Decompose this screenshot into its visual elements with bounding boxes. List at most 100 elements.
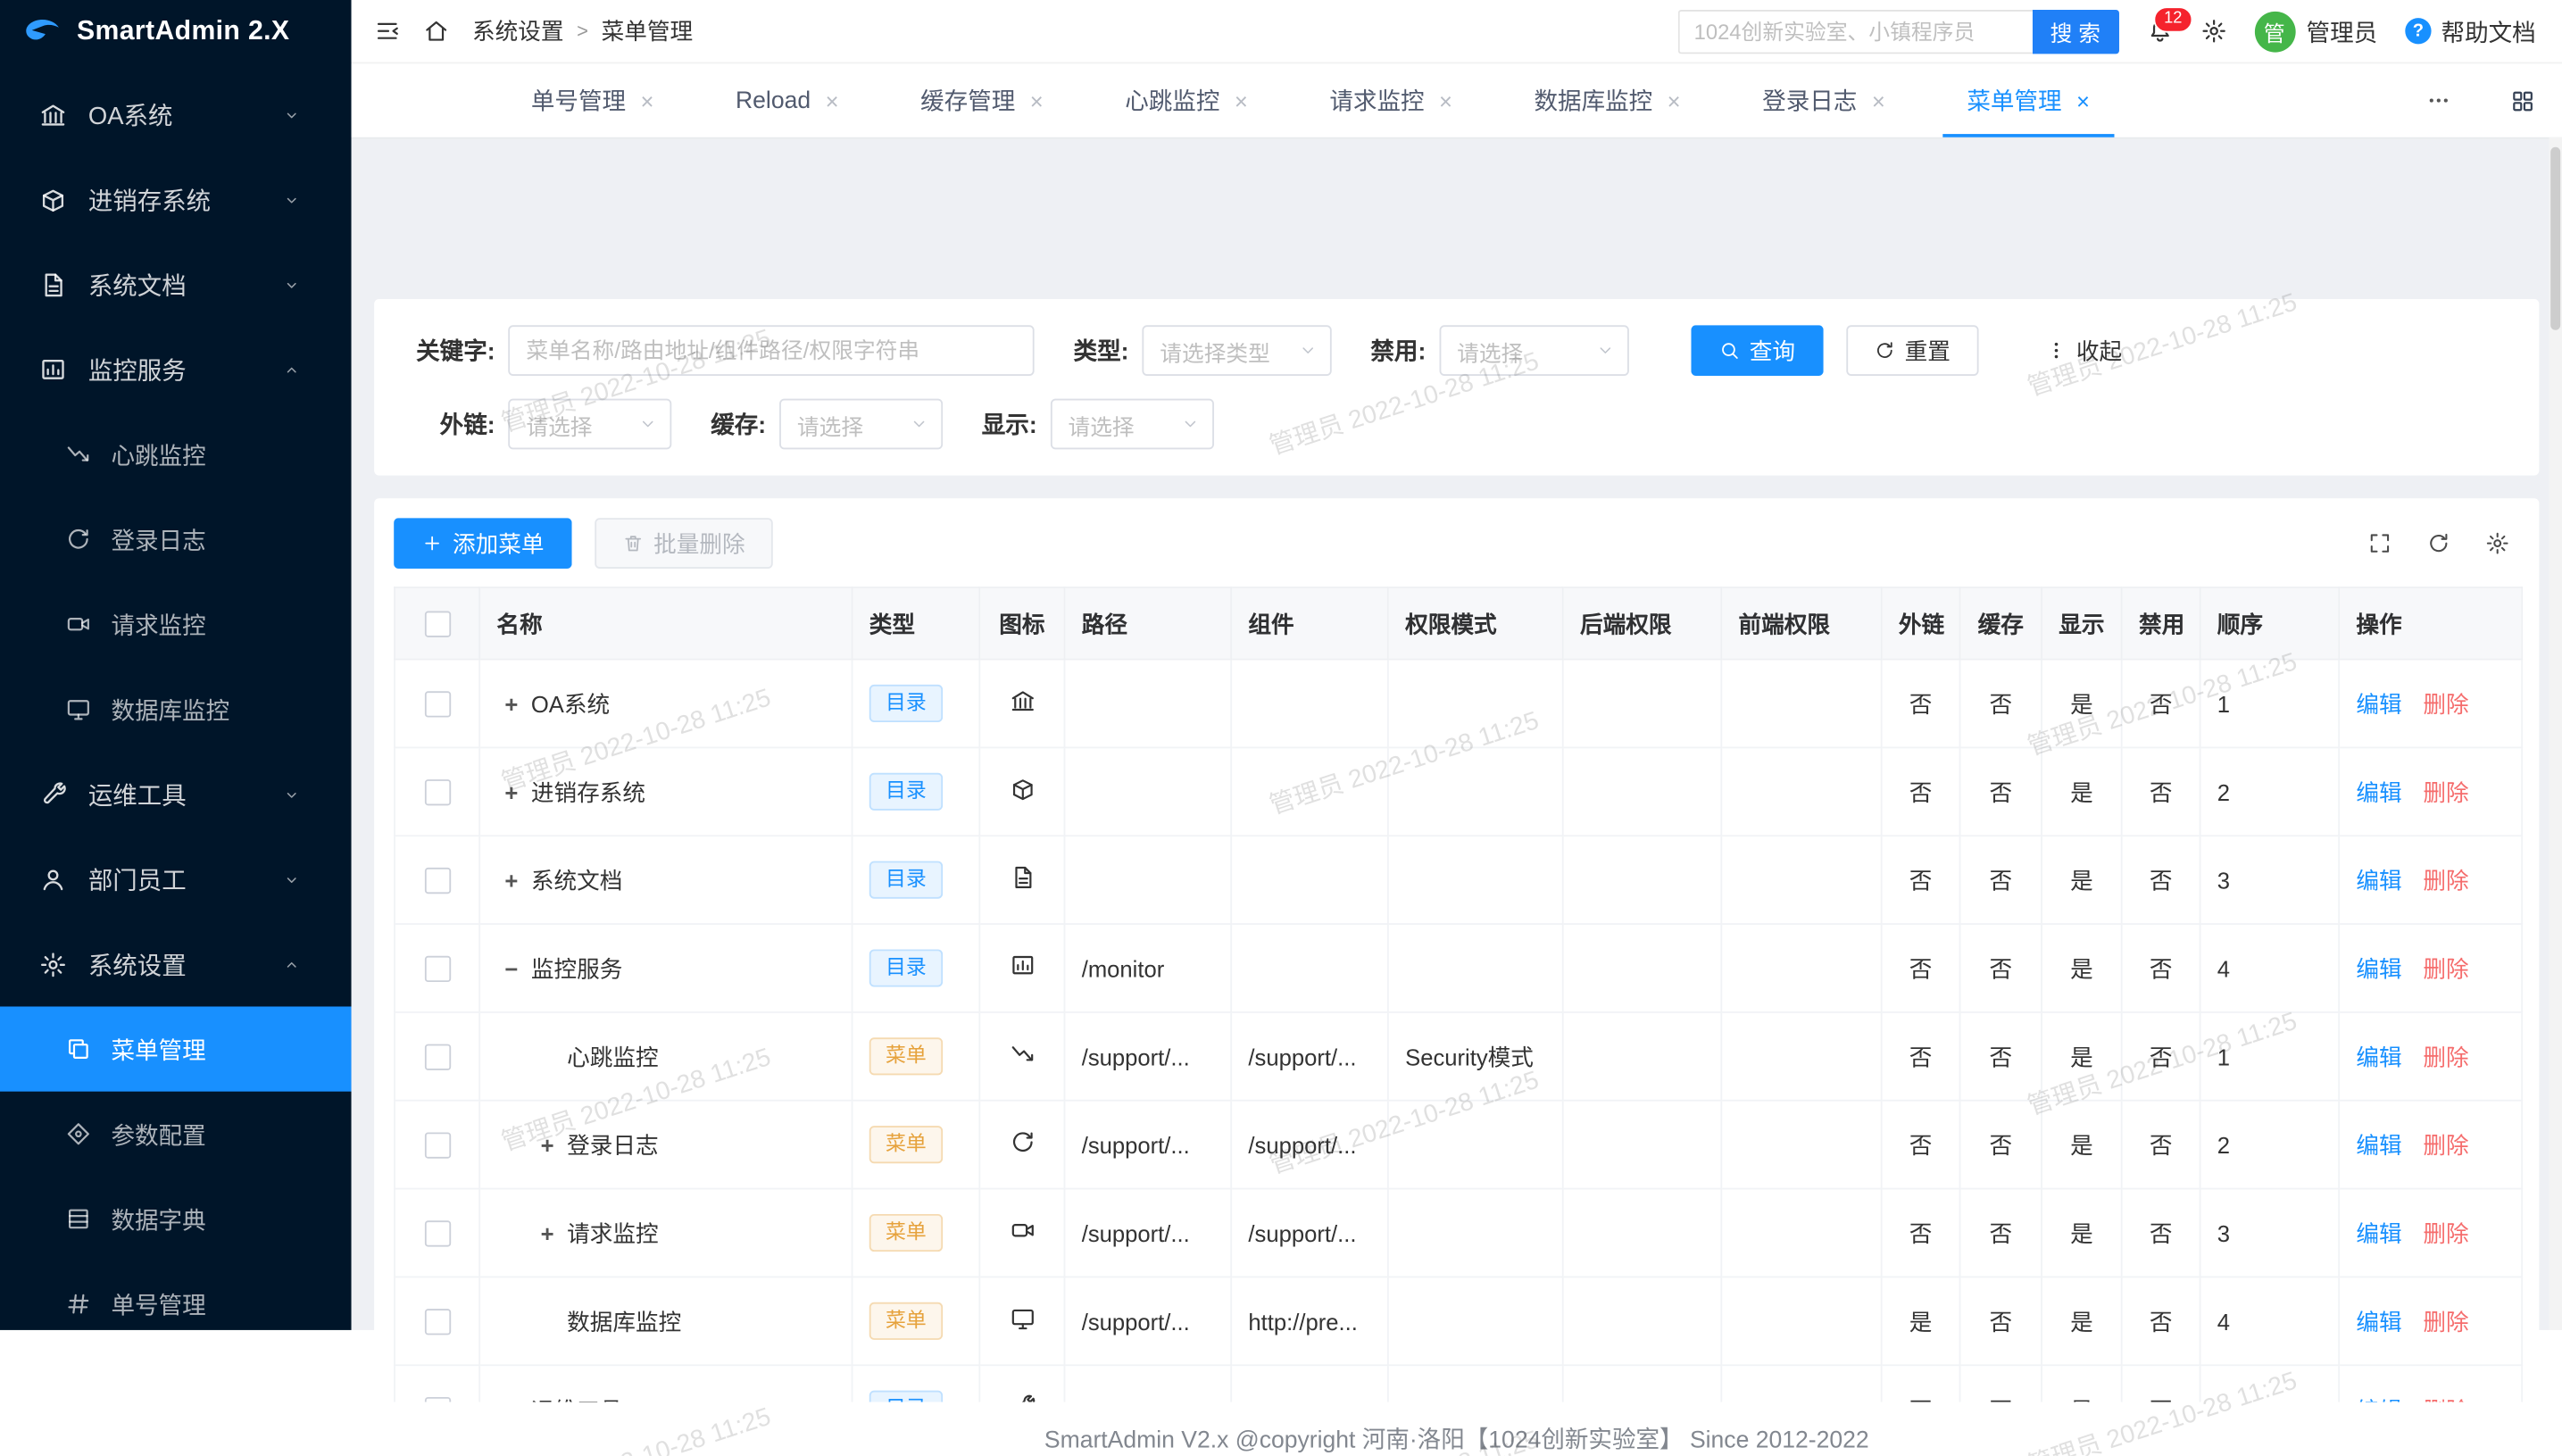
tree-expander[interactable]: + (496, 1396, 526, 1402)
delete-link[interactable]: 删除 (2423, 778, 2468, 804)
row-select-cell (395, 924, 479, 1012)
edit-link[interactable]: 编辑 (2356, 1132, 2401, 1158)
edit-link[interactable]: 编辑 (2356, 778, 2401, 804)
scrollbar[interactable] (2549, 137, 2562, 1330)
tab-cache-manage[interactable]: 缓存管理× (879, 63, 1084, 137)
reset-button[interactable]: 重置 (1846, 325, 1978, 376)
sidebar-item-settings[interactable]: 系统设置 (0, 921, 352, 1006)
refresh-icon[interactable] (2426, 531, 2450, 555)
sidebar-item-oa[interactable]: OA系统 (0, 72, 352, 157)
tab-reload[interactable]: Reload× (695, 63, 879, 137)
delete-link[interactable]: 删除 (2423, 955, 2468, 981)
batch-delete-button[interactable]: 批量删除 (595, 518, 773, 569)
close-tab-icon[interactable]: × (2076, 89, 2090, 112)
app-logo[interactable]: SmartAdmin 2.X (0, 0, 352, 62)
sidebar-subitem-label: 登录日志 (111, 522, 205, 556)
edit-link[interactable]: 编辑 (2356, 690, 2401, 716)
help-link[interactable]: ? 帮助文档 (2405, 14, 2535, 48)
edit-link[interactable]: 编辑 (2356, 1219, 2401, 1245)
tab-order-manage[interactable]: 单号管理× (490, 63, 695, 137)
close-tab-icon[interactable]: × (1030, 89, 1044, 112)
tab-heartbeat[interactable]: 心跳监控× (1084, 63, 1288, 137)
home-icon[interactable] (423, 18, 449, 44)
type-tag: 目录 (869, 950, 943, 986)
collapse-filters-button[interactable]: 收起 (2027, 325, 2140, 376)
sidebar-subitem-request-monitor[interactable]: 请求监控 (0, 582, 352, 667)
tree-expander[interactable]: + (496, 690, 526, 716)
row-checkbox[interactable] (424, 1309, 450, 1335)
sidebar-subitem-heartbeat[interactable]: 心跳监控 (0, 412, 352, 496)
delete-link[interactable]: 删除 (2423, 1219, 2468, 1245)
fullscreen-icon[interactable] (2367, 531, 2391, 555)
sidebar-menu: OA系统进销存系统系统文档监控服务心跳监控登录日志请求监控数据库监控运维工具部门… (0, 62, 352, 1330)
sidebar-subitem-param-config[interactable]: 参数配置 (0, 1092, 352, 1177)
type-select[interactable]: 请选择类型 (1142, 325, 1331, 376)
query-button[interactable]: 查询 (1691, 325, 1823, 376)
select-all-checkbox[interactable] (424, 612, 450, 637)
sidebar-item-employees[interactable]: 部门员工 (0, 836, 352, 921)
add-menu-button[interactable]: 添加菜单 (394, 518, 572, 569)
keyword-input[interactable] (508, 325, 1034, 376)
disabled-select[interactable]: 请选择 (1439, 325, 1628, 376)
delete-link[interactable]: 删除 (2423, 1396, 2468, 1402)
sidebar-item-ops-tools[interactable]: 运维工具 (0, 752, 352, 836)
sidebar-subitem-data-dict[interactable]: 数据字典 (0, 1177, 352, 1261)
sidebar-item-inventory[interactable]: 进销存系统 (0, 157, 352, 242)
sidebar-item-monitor[interactable]: 监控服务 (0, 327, 352, 412)
tab-login-log[interactable]: 登录日志× (1721, 63, 1926, 137)
row-checkbox[interactable] (424, 691, 450, 717)
breadcrumb-item[interactable]: 系统设置 (472, 14, 564, 47)
sidebar-subitem-login-log[interactable]: 登录日志 (0, 496, 352, 581)
row-checkbox[interactable] (424, 779, 450, 805)
row-checkbox[interactable] (424, 1397, 450, 1402)
edit-link[interactable]: 编辑 (2356, 955, 2401, 981)
settings-icon[interactable] (2200, 18, 2226, 44)
notifications-button[interactable]: 12 (2146, 18, 2172, 44)
sidebar-subitem-db-monitor[interactable]: 数据库监控 (0, 667, 352, 752)
user-menu[interactable]: 管 管理员 (2254, 11, 2377, 52)
sidebar-subitem-order-manage[interactable]: 单号管理 (0, 1261, 352, 1330)
row-checkbox[interactable] (424, 1221, 450, 1247)
tree-expander[interactable]: + (533, 1219, 562, 1245)
delete-link[interactable]: 删除 (2423, 867, 2468, 893)
row-checkbox[interactable] (424, 956, 450, 982)
tree-expander[interactable]: + (496, 778, 526, 804)
row-checkbox[interactable] (424, 868, 450, 894)
close-tab-icon[interactable]: × (1235, 89, 1248, 112)
tab-request-monitor[interactable]: 请求监控× (1289, 63, 1493, 137)
tab-menu-manage[interactable]: 菜单管理× (1926, 63, 2131, 137)
sidebar-subitem-menu-manage[interactable]: 菜单管理 (0, 1007, 352, 1092)
tree-expander[interactable]: − (496, 955, 526, 981)
tabs-more-button[interactable] (2393, 88, 2483, 112)
close-tab-icon[interactable]: × (1668, 89, 1681, 112)
close-tab-icon[interactable]: × (1872, 89, 1885, 112)
column-settings-icon[interactable] (2485, 531, 2509, 555)
edit-link[interactable]: 编辑 (2356, 1044, 2401, 1069)
delete-link[interactable]: 删除 (2423, 1308, 2468, 1334)
close-tab-icon[interactable]: × (826, 89, 839, 112)
sidebar-item-docs[interactable]: 系统文档 (0, 242, 352, 327)
external-select[interactable]: 请选择 (508, 399, 671, 450)
collapse-sidebar-icon[interactable] (374, 18, 400, 44)
delete-link[interactable]: 删除 (2423, 1132, 2468, 1158)
search-button[interactable]: 搜 索 (2032, 9, 2118, 53)
edit-link[interactable]: 编辑 (2356, 1396, 2401, 1402)
scrollbar-thumb[interactable] (2550, 147, 2560, 330)
tree-expander[interactable]: + (533, 1132, 562, 1158)
edit-link[interactable]: 编辑 (2356, 1308, 2401, 1334)
close-tab-icon[interactable]: × (641, 89, 654, 112)
tab-db-monitor[interactable]: 数据库监控× (1493, 63, 1722, 137)
visible-select[interactable]: 请选择 (1050, 399, 1213, 450)
cache-select[interactable]: 请选择 (779, 399, 943, 450)
delete-link[interactable]: 删除 (2423, 1044, 2468, 1069)
delete-link[interactable]: 删除 (2423, 690, 2468, 716)
batch-delete-button-label: 批量删除 (653, 527, 745, 560)
tree-expander[interactable]: + (496, 867, 526, 893)
close-tab-icon[interactable]: × (1439, 89, 1452, 112)
search-input[interactable] (1677, 9, 2032, 53)
row-checkbox[interactable] (424, 1044, 450, 1070)
bank-icon (39, 101, 67, 129)
row-checkbox[interactable] (424, 1133, 450, 1159)
tabs-layout-button[interactable] (2483, 87, 2562, 113)
edit-link[interactable]: 编辑 (2356, 867, 2401, 893)
